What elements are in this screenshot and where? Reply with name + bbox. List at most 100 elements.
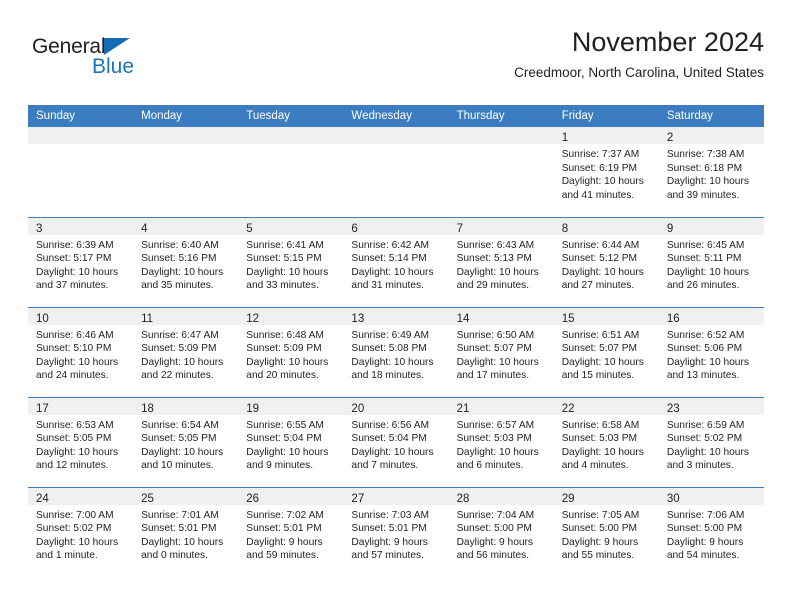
calendar-header-row: Sunday Monday Tuesday Wednesday Thursday… [28,105,764,127]
calendar-day-cell[interactable]: 7 Sunrise: 6:43 AM Sunset: 5:13 PM Daylight… [448,216,554,307]
daylight-text-line1: Daylight: 10 hours [666,356,749,368]
sunset-text: Sunset: 5:08 PM [351,343,427,355]
sunset-text: Sunset: 5:04 PM [351,433,427,445]
day-number: 2 [666,132,674,144]
sunset-text: Sunset: 5:14 PM [351,253,427,265]
calendar-day-cell[interactable]: 4 Sunrise: 6:40 AM Sunset: 5:16 PM Daylight… [133,216,239,307]
sunrise-text: Sunrise: 6:53 AM [36,419,114,431]
calendar-day-cell[interactable]: 19 Sunrise: 6:55 AM Sunset: 5:04 PM Dayligh… [238,396,344,487]
day-details: Sunrise: 6:42 AM Sunset: 5:14 PM Daylight:… [343,235,448,293]
calendar-day-cell[interactable]: 10 Sunrise: 6:46 AM Sunset: 5:10 PM Dayligh… [28,306,134,397]
calendar-day-cell[interactable]: 5 Sunrise: 6:41 AM Sunset: 5:15 PM Daylight… [238,216,344,307]
calendar-day-cell[interactable]: 24 Sunrise: 7:00 AM Sunset: 5:02 PM Dayligh… [28,486,134,577]
calendar-day-cell[interactable]: 29 Sunrise: 7:05 AM Sunset: 5:00 PM Dayligh… [553,486,659,578]
day-cell-inner: 5 Sunrise: 6:41 AM Sunset: 5:15 PM Daylight… [238,217,344,307]
calendar-day-cell[interactable]: 30 Sunrise: 7:06 AM Sunset: 5:00 PM Dayligh… [658,486,764,577]
sunset-text: Sunset: 5:12 PM [561,253,638,265]
calendar-day-cell[interactable]: 8 Sunrise: 6:44 AM Sunset: 5:12 PM Daylight… [553,216,659,307]
page-title: November 2024 [571,27,764,57]
calendar-day-cell[interactable]: 18 Sunrise: 6:54 AM Sunset: 5:05 PM Dayligh… [133,396,239,487]
daylight-text-line1: Daylight: 10 hours [141,266,224,278]
day-cell-inner: 3 Sunrise: 6:39 AM Sunset: 5:17 PM Daylight… [28,217,134,307]
sunset-text: Sunset: 5:10 PM [36,343,112,355]
day-number-band [28,127,134,144]
day-number-band: 29 [553,487,659,505]
day-number-band: 4 [133,217,239,235]
day-number: 25 [141,492,154,505]
sunrise-text: Sunrise: 6:52 AM [666,329,745,341]
calendar-day-cell[interactable]: 15 Sunrise: 6:51 AM Sunset: 5:07 PM Dayligh… [553,306,659,397]
calendar-day-cell[interactable]: 3 Sunrise: 6:39 AM Sunset: 5:17 PM Daylight… [28,216,134,307]
calendar-day-cell[interactable]: 17 Sunrise: 6:53 AM Sunset: 5:05 PM Dayligh… [28,396,134,487]
calendar-day-cell[interactable]: 16 Sunrise: 6:52 AM Sunset: 5:06 PM Dayligh… [658,306,764,397]
calendar-day-cell[interactable]: 28 Sunrise: 7:04 AM Sunset: 5:00 PM Dayligh… [448,486,554,577]
calendar-day-cell[interactable]: 21 Sunrise: 6:57 AM Sunset: 5:03 PM Dayligh… [448,396,554,487]
day-cell-inner: 18 Sunrise: 6:54 AM Sunset: 5:05 PM Dayligh… [133,397,239,487]
calendar-day-cell[interactable]: 11 Sunrise: 6:47 AM Sunset: 5:09 PM Dayligh… [133,306,239,397]
day-details: Sunrise: 6:46 AM Sunset: 5:10 PM Daylight:… [28,325,133,383]
day-cell-inner: 2 Sunrise: 7:38 AM Sunset: 6:18 PM Daylight… [658,127,764,217]
daylight-text-line1: Daylight: 10 hours [141,446,224,458]
day-number: 10 [36,312,49,325]
calendar-day-cell[interactable]: 9 Sunrise: 6:45 AM Sunset: 5:11 PM Daylight… [658,216,764,307]
day-details [28,144,133,148]
weekday-header-monday: Monday [133,105,239,127]
daylight-text-line2: and 29 minutes. [456,280,530,292]
day-details: Sunrise: 6:41 AM Sunset: 5:15 PM Daylight:… [238,235,343,293]
day-number: 22 [561,402,575,415]
day-number-band: 18 [133,397,239,415]
sunset-text: Sunset: 5:00 PM [456,523,532,535]
daylight-text-line2: and 3 minutes. [666,460,734,472]
daylight-text-line1: Daylight: 9 hours [666,536,744,548]
calendar-day-cell[interactable]: 2 Sunrise: 7:38 AM Sunset: 6:18 PM Daylight… [658,127,764,217]
day-details: Sunrise: 6:48 AM Sunset: 5:09 PM Daylight:… [238,325,343,383]
day-cell-inner: 25 Sunrise: 7:01 AM Sunset: 5:01 PM Dayligh… [133,487,239,578]
logo-text-blue: Blue [92,55,135,78]
day-number-band: 23 [658,397,764,415]
daylight-text-line1: Daylight: 10 hours [456,356,539,368]
calendar-day-cell[interactable]: 1 Sunrise: 7:37 AM Sunset: 6:19 PM Daylight… [553,127,659,217]
day-cell-inner: 10 Sunrise: 6:46 AM Sunset: 5:10 PM Dayligh… [28,307,134,397]
weekday-header-sunday: Sunday [28,105,134,127]
daylight-text-line2: and 31 minutes. [351,280,424,292]
sunset-text: Sunset: 5:00 PM [666,523,743,535]
calendar-day-cell[interactable]: 6 Sunrise: 6:42 AM Sunset: 5:14 PM Daylight… [343,216,449,307]
sunrise-text: Sunrise: 6:44 AM [561,239,640,251]
day-number-band: 9 [658,217,764,235]
calendar-day-cell[interactable]: 23 Sunrise: 6:59 AM Sunset: 5:02 PM Dayligh… [658,396,764,487]
calendar-day-cell[interactable]: 14 Sunrise: 6:50 AM Sunset: 5:07 PM Dayligh… [448,306,554,397]
day-details: Sunrise: 6:59 AM Sunset: 5:02 PM Daylight:… [659,415,764,473]
calendar-day-cell[interactable]: 12 Sunrise: 6:48 AM Sunset: 5:09 PM Dayligh… [238,306,344,397]
calendar-day-cell[interactable]: 20 Sunrise: 6:56 AM Sunset: 5:04 PM Dayligh… [343,396,449,487]
calendar-day-cell[interactable]: 25 Sunrise: 7:01 AM Sunset: 5:01 PM Dayligh… [133,486,239,578]
calendar-day-cell[interactable]: 26 Sunrise: 7:02 AM Sunset: 5:01 PM Dayligh… [238,486,344,577]
sunrise-text: Sunrise: 6:58 AM [561,419,640,431]
day-number-band: 16 [658,307,764,325]
sunrise-text: Sunrise: 6:43 AM [456,239,535,251]
daylight-text-line2: and 7 minutes. [351,460,419,472]
sunset-text: Sunset: 5:13 PM [456,253,532,265]
sunset-text: Sunset: 5:05 PM [36,433,112,445]
daylight-text-line1: Daylight: 10 hours [561,266,644,278]
day-details: Sunrise: 6:56 AM Sunset: 5:04 PM Daylight:… [343,415,448,473]
day-number-band: 10 [28,307,134,325]
calendar-day-cell[interactable]: 13 Sunrise: 6:49 AM Sunset: 5:08 PM Dayligh… [343,306,449,397]
daylight-text-line1: Daylight: 9 hours [561,536,639,548]
sunrise-text: Sunrise: 6:47 AM [141,329,219,341]
day-cell-inner [28,127,134,217]
day-details: Sunrise: 6:54 AM Sunset: 5:05 PM Daylight:… [133,415,238,473]
calendar-day-cell[interactable]: 22 Sunrise: 6:58 AM Sunset: 5:03 PM Dayligh… [553,396,659,487]
calendar-empty-cell [238,127,344,217]
calendar-day-cell[interactable]: 27 Sunrise: 7:03 AM Sunset: 5:01 PM Dayligh… [343,486,449,577]
day-details: Sunrise: 7:37 AM Sunset: 6:19 PM Daylight:… [554,144,659,202]
day-number: 4 [141,222,148,235]
day-details: Sunrise: 6:43 AM Sunset: 5:13 PM Daylight:… [449,235,554,293]
day-cell-inner: 29 Sunrise: 7:05 AM Sunset: 5:00 PM Dayligh… [553,487,659,578]
day-cell-inner: 6 Sunrise: 6:42 AM Sunset: 5:14 PM Daylight… [343,217,449,307]
day-cell-inner: 21 Sunrise: 6:57 AM Sunset: 5:03 PM Dayligh… [448,397,554,487]
daylight-text-line2: and 41 minutes. [561,189,635,201]
day-details: Sunrise: 7:01 AM Sunset: 5:01 PM Daylight:… [133,505,238,563]
day-number: 20 [351,402,365,415]
day-number: 26 [246,492,260,505]
sunset-text: Sunset: 5:06 PM [666,343,743,355]
